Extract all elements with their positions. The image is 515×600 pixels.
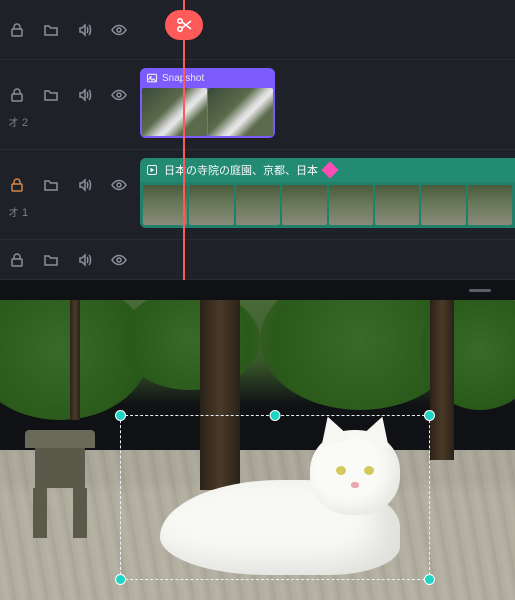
scissors-icon bbox=[175, 16, 193, 34]
speaker-icon[interactable] bbox=[76, 176, 94, 194]
clip-snapshot[interactable]: Snapshot bbox=[140, 68, 275, 138]
folder-icon[interactable] bbox=[42, 251, 60, 269]
preview-header bbox=[0, 280, 515, 300]
track-controls bbox=[0, 15, 130, 45]
resize-handle-br[interactable] bbox=[424, 574, 435, 585]
track-controls: オ 1 bbox=[0, 170, 130, 220]
diamond-icon bbox=[322, 162, 339, 179]
clip-thumbnails bbox=[140, 182, 515, 228]
speaker-icon[interactable] bbox=[76, 251, 94, 269]
lock-icon[interactable] bbox=[8, 176, 26, 194]
eye-icon[interactable] bbox=[110, 21, 128, 39]
speaker-icon[interactable] bbox=[76, 86, 94, 104]
clip-thumbnails bbox=[140, 88, 275, 138]
play-icon bbox=[146, 164, 158, 176]
preview-canvas[interactable] bbox=[0, 300, 515, 600]
image-icon bbox=[146, 72, 158, 84]
resize-handle-tl[interactable] bbox=[115, 410, 126, 421]
timeline-track: オ 1 日本の寺院の庭園、京都、日本 bbox=[0, 150, 515, 240]
cat-subject bbox=[140, 425, 420, 575]
lock-icon[interactable] bbox=[8, 86, 26, 104]
resize-handle-tc[interactable] bbox=[270, 410, 281, 421]
track-label: オ 2 bbox=[8, 110, 130, 130]
eye-icon[interactable] bbox=[110, 251, 128, 269]
track-content[interactable]: Snapshot bbox=[130, 60, 515, 149]
eye-icon[interactable] bbox=[110, 86, 128, 104]
track-controls: オ 2 bbox=[0, 80, 130, 130]
lock-icon[interactable] bbox=[8, 251, 26, 269]
clip-video[interactable]: 日本の寺院の庭園、京都、日本 bbox=[140, 158, 515, 228]
folder-icon[interactable] bbox=[42, 21, 60, 39]
resize-handle-bl[interactable] bbox=[115, 574, 126, 585]
track-controls bbox=[0, 245, 130, 275]
clip-title: 日本の寺院の庭園、京都、日本 bbox=[164, 162, 318, 178]
eye-icon[interactable] bbox=[110, 176, 128, 194]
resize-handle-tr[interactable] bbox=[424, 410, 435, 421]
timeline-track bbox=[0, 0, 515, 60]
playhead-marker[interactable] bbox=[165, 10, 203, 40]
timeline-panel: オ 2 Snapshot オ 1 bbox=[0, 0, 515, 280]
track-content[interactable] bbox=[130, 240, 515, 279]
folder-icon[interactable] bbox=[42, 176, 60, 194]
preview-background bbox=[0, 300, 515, 600]
speaker-icon[interactable] bbox=[76, 21, 94, 39]
collapse-handle[interactable] bbox=[469, 289, 491, 292]
preview-panel bbox=[0, 280, 515, 600]
playhead[interactable] bbox=[183, 0, 185, 280]
folder-icon[interactable] bbox=[42, 86, 60, 104]
lock-icon[interactable] bbox=[8, 21, 26, 39]
stone-lantern bbox=[20, 430, 100, 540]
track-label: オ 1 bbox=[8, 200, 130, 220]
track-content[interactable]: 日本の寺院の庭園、京都、日本 bbox=[130, 150, 515, 239]
timeline-track bbox=[0, 240, 515, 280]
timeline-track: オ 2 Snapshot bbox=[0, 60, 515, 150]
